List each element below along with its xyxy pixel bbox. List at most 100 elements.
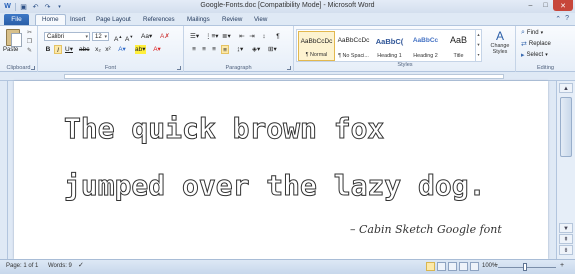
chevron-down-icon: ▾ [545,52,548,58]
strikethrough-icon[interactable]: abc [79,45,89,54]
vertical-scrollbar[interactable]: ▲ ▼ ⇞ ⇟ [556,81,575,259]
increase-indent-icon[interactable]: ⇥ [248,32,256,41]
tab-page-layout[interactable]: Page Layout [96,15,131,25]
print-layout-icon[interactable] [426,262,435,271]
cut-icon[interactable]: ✂ [26,30,33,36]
ribbon-tabs: File Home Insert Page Layout References … [0,13,575,25]
subscript-icon[interactable]: x₂ [94,45,102,54]
next-page-icon[interactable]: ⇟ [559,245,573,255]
full-screen-reading-icon[interactable] [437,262,446,271]
style-no-spacing[interactable]: AaBbCcDc ¶ No Spaci... [335,31,372,61]
chevron-down-icon: ▾ [104,34,107,40]
select-label: Select [526,52,544,58]
group-label: Styles [397,62,413,68]
justify-icon[interactable]: ≡ [221,45,229,54]
dialog-launcher-icon[interactable] [177,66,181,70]
document-page[interactable]: The quick brown fox jumped over the lazy… [14,81,548,259]
style-heading-1[interactable]: AaBbC( Heading 1 [371,31,408,61]
zoom-slider[interactable] [498,267,556,268]
gallery-scroll[interactable]: ▲ ▼ ▾ [475,30,481,61]
page-count[interactable]: Page: 1 of 1 [6,263,38,269]
tab-mailings[interactable]: Mailings [187,15,210,25]
close-button[interactable]: ✕ [553,0,573,11]
chevron-down-icon: ▾ [85,34,88,40]
bullets-icon[interactable]: ☰▾ [190,32,199,41]
text-effects-icon[interactable]: A▾ [118,45,126,54]
clipboard-group: Paste ✂ ❐ ✎ Clipboard [0,26,38,72]
find-label: Find [526,30,539,36]
word-count[interactable]: Words: 9 [48,263,72,269]
bold-icon[interactable]: B [44,45,52,54]
multilevel-list-icon[interactable]: ≣▾ [222,32,231,41]
styles-gallery: AaBbCcDc ¶ Normal AaBbCcDc ¶ No Spaci...… [296,29,482,62]
highlight-color-icon[interactable]: ab▾ [135,45,146,54]
replace-button[interactable]: ⇄ Replace [521,39,551,49]
window-title: Google-Fonts.doc [Compatibility Mode] - … [200,2,375,9]
underline-icon[interactable]: U▾ [65,45,73,54]
style-preview: AaBbC( [375,37,404,46]
paste-icon[interactable] [6,29,22,47]
line-spacing-icon[interactable]: ↨▾ [236,45,244,54]
copy-icon[interactable]: ❐ [26,39,33,45]
help-icon[interactable]: ? [565,15,569,23]
document-caption[interactable]: – Cabin Sketch Google font [350,223,502,236]
sort-icon[interactable]: ↕ [260,32,268,41]
dialog-launcher-icon[interactable] [287,66,291,70]
shrink-font-icon[interactable]: A▼ [125,32,133,43]
previous-page-icon[interactable]: ⇞ [559,234,573,244]
minimize-button[interactable]: – [523,0,538,11]
show-hide-icon[interactable]: ¶ [274,32,282,41]
tab-insert[interactable]: Insert [70,15,85,25]
maximize-button[interactable]: □ [538,0,553,11]
font-name-combo[interactable]: Calibri ▾ [44,32,90,41]
group-label: Font [104,65,117,71]
borders-icon[interactable]: ⊞▾ [268,45,277,54]
proofing-icon[interactable]: ✓ [78,261,84,269]
font-size-combo[interactable]: 12 ▾ [92,32,109,41]
document-line-1[interactable]: The quick brown fox [63,112,384,146]
align-center-icon[interactable]: ≡ [200,45,208,54]
tab-file[interactable]: File [4,14,29,25]
shading-icon[interactable]: ◈▾ [252,45,260,54]
change-styles-button[interactable]: A Change Styles [486,29,514,62]
italic-icon[interactable]: I [54,45,62,54]
superscript-icon[interactable]: x² [104,45,112,54]
tab-references[interactable]: References [143,15,175,25]
tab-review[interactable]: Review [222,15,242,25]
zoom-slider-thumb[interactable] [523,263,527,271]
document-line-2[interactable]: jumped over the lazy dog. [63,169,485,203]
align-left-icon[interactable]: ≡ [190,45,198,54]
decrease-indent-icon[interactable]: ⇤ [238,32,246,41]
font-color-icon[interactable]: A▾ [153,45,161,54]
style-heading-2[interactable]: AaBbCc Heading 2 [407,31,444,61]
select-button[interactable]: ▸ Select ▾ [521,50,548,60]
scroll-thumb[interactable] [560,97,572,157]
horizontal-ruler[interactable] [0,72,575,81]
change-case-icon[interactable]: Aa▾ [141,32,152,41]
draft-icon[interactable] [470,262,479,271]
scroll-up-icon[interactable]: ▲ [559,83,573,93]
minimize-ribbon-icon[interactable]: ⌃ [555,15,561,23]
format-painter-icon[interactable]: ✎ [26,48,33,54]
style-title[interactable]: AaB Title [442,31,475,61]
web-layout-icon[interactable] [448,262,457,271]
style-normal[interactable]: AaBbCcDc ¶ Normal [298,31,335,61]
dialog-launcher-icon[interactable] [31,66,35,70]
outline-icon[interactable] [459,262,468,271]
select-icon: ▸ [521,52,525,59]
font-name-value: Calibri [47,34,65,40]
tab-view[interactable]: View [254,15,267,25]
scroll-down-icon[interactable]: ▼ [559,223,573,233]
title-bar: W ▣ ↶ ↷ ▾ Google-Fonts.doc [Compatibilit… [0,0,575,13]
align-right-icon[interactable]: ≡ [210,45,218,54]
style-label: ¶ Normal [305,52,328,58]
paste-button[interactable]: Paste [3,47,18,53]
grow-font-icon[interactable]: A▲ [114,32,122,43]
zoom-in-icon[interactable]: + [560,262,564,269]
tab-home[interactable]: Home [35,14,66,25]
numbering-icon[interactable]: ⋮≡▾ [205,32,219,41]
find-button[interactable]: ⌕ Find ▾ [521,28,543,38]
replace-label: Replace [528,41,551,47]
clear-formatting-icon[interactable]: A✗ [160,32,170,41]
style-label: Heading 2 [413,53,438,59]
